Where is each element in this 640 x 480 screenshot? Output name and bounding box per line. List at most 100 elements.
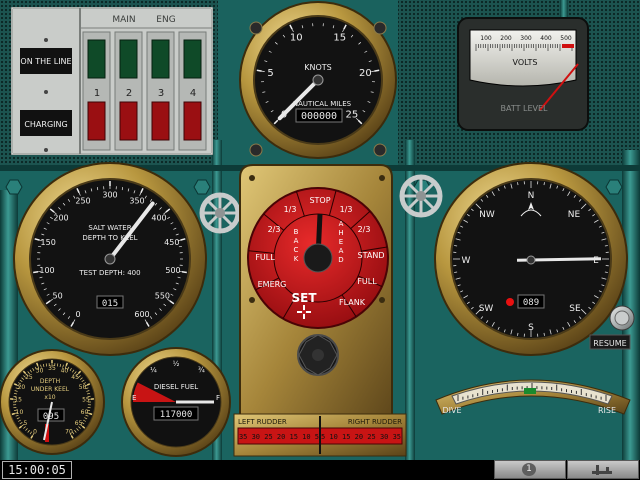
depth-tick-label-350: 350 — [129, 197, 144, 206]
valve-wheel-left-icon[interactable] — [199, 192, 241, 234]
keel-tick-label-30: 30 — [36, 367, 44, 374]
compass-n-label: N — [528, 191, 535, 201]
depth-tick-label-600: 600 — [134, 310, 149, 319]
heading-indicator-lamp — [506, 298, 514, 306]
engine-3-switch[interactable]: 3 — [146, 31, 175, 151]
diesel-fuel-gauge: E F ¼ ½ ¾ DIESEL FUEL 117000 — [121, 347, 231, 457]
engine-switch-panel: MAIN ENG ON THE LINE CHARGING 1 2 3 4 — [11, 7, 213, 155]
heading-readout: 089 — [523, 298, 539, 308]
ahead-1-3-label[interactable]: 1/3 — [340, 205, 353, 214]
back-emerg-label[interactable]: EMERG — [258, 280, 287, 289]
keel-readout: 095 — [43, 412, 59, 422]
ahead-stand-label[interactable]: STAND — [358, 251, 385, 260]
keel-tick-8 — [65, 362, 68, 366]
compass-se-label: SE — [569, 304, 581, 314]
fuel-readout: 117000 — [160, 410, 193, 420]
volt-tick-label-500: 500 — [560, 35, 572, 42]
depth-tick-label-150: 150 — [41, 238, 56, 247]
set-label[interactable]: SET — [291, 291, 317, 305]
engine-2-switch[interactable]: 2 — [114, 31, 143, 151]
fuel-f-label: F — [216, 394, 220, 402]
speed-tick-label-10: 10 — [290, 33, 303, 44]
back-vertical-label: BACK — [294, 228, 299, 263]
back-2-3-label[interactable]: 2/3 — [268, 225, 281, 234]
depth-tick-2 — [33, 270, 39, 274]
charging-label: CHARGING — [24, 120, 67, 129]
volt-red-zone — [562, 44, 574, 48]
speed-minor-tick — [371, 70, 375, 72]
engine-1-switch[interactable]: 1 — [82, 31, 111, 151]
depth-tick-label-50: 50 — [53, 291, 63, 300]
main-header-label: MAIN — [112, 15, 135, 25]
depth-minor-tick — [38, 245, 42, 248]
depth-under-keel-gauge: 051015202530 35 40455055606570 DEPTH UNDER… — [0, 349, 105, 455]
speed-tick-label-5: 5 — [267, 68, 273, 79]
depth-tick-label-100: 100 — [39, 266, 54, 275]
knots-label: KNOTS — [304, 63, 332, 72]
volt-tick-label-100: 100 — [480, 35, 492, 42]
telegraph-knob-icon[interactable] — [297, 334, 339, 376]
ahead-flank-label[interactable]: FLANK — [339, 298, 366, 307]
speed-tick-label-15: 15 — [333, 33, 346, 44]
rudder-indicator[interactable]: LEFT RUDDER RIGHT RUDDER 35 30 25 20 15 … — [233, 413, 407, 457]
keel-tick-2 — [11, 412, 15, 416]
ahead-full-label[interactable]: FULL — [357, 277, 377, 286]
compass-tick — [454, 245, 458, 247]
ahead-vertical-label: AHEAD — [338, 220, 343, 264]
keel-tick-label-45: 45 — [71, 374, 79, 381]
batt-level-label: BATT LEVEL — [500, 104, 548, 113]
depth-tick-label-200: 200 — [53, 214, 68, 223]
speed-tick-1 — [256, 69, 262, 72]
submarine-control-panel: MAIN ENG ON THE LINE CHARGING 1 2 3 4 5 … — [0, 0, 640, 480]
time-compression-button[interactable]: 1 — [494, 460, 566, 479]
right-rudder-label: RIGHT RUDDER — [348, 418, 402, 426]
compass-tick — [543, 182, 545, 186]
compass-tick — [454, 271, 458, 273]
back-full-label[interactable]: FULL — [255, 253, 275, 262]
volt-tick-label-300: 300 — [520, 35, 532, 42]
depth-tick-label-500: 500 — [165, 266, 180, 275]
keel-tick-label-20: 20 — [18, 384, 26, 391]
keel-tick-12 — [89, 412, 93, 416]
ahead-2-3-label[interactable]: 2/3 — [358, 225, 371, 234]
depth-tick-label-400: 400 — [151, 214, 166, 223]
speed-tick-label-20: 20 — [359, 68, 372, 79]
keel-under-keel-label: UNDER KEEL — [31, 386, 70, 393]
station-switch-button[interactable] — [567, 460, 639, 479]
left-rudder-scale: 35 30 25 20 15 10 5 — [239, 433, 319, 441]
keel-tick-label-65: 65 — [75, 420, 83, 427]
engine-2-number: 2 — [126, 88, 132, 99]
compass-gauge: N NE E SE S SW W NW 089 — [434, 162, 628, 356]
stop-label[interactable]: STOP — [309, 196, 330, 205]
depth-minor-tick — [121, 187, 124, 191]
valve-wheel-right-icon[interactable] — [399, 174, 443, 218]
depth-tick-label-250: 250 — [75, 197, 90, 206]
depth-tick-label-550: 550 — [155, 291, 170, 300]
left-rudder-label: LEFT RUDDER — [238, 418, 287, 426]
compass-tick — [604, 245, 608, 247]
compass-nw-label: NW — [479, 210, 495, 220]
back-1-3-label[interactable]: 1/3 — [284, 205, 297, 214]
engine-3-number: 3 — [158, 88, 164, 99]
keel-tick-label-55: 55 — [82, 397, 90, 404]
on-the-line-label: ON THE LINE — [20, 57, 71, 66]
depth-minor-tick — [96, 187, 99, 191]
keel-depth-label: DEPTH — [40, 378, 60, 385]
salt-water-label: SALT WATER — [88, 224, 131, 232]
compass-s-label: S — [528, 323, 534, 333]
right-rudder-scale: 5 10 15 20 25 30 35 — [321, 433, 401, 441]
keel-tick-6 — [36, 362, 39, 366]
dive-label: DIVE — [442, 406, 461, 415]
engine-order-telegraph: 1/3 2/3 FULL EMERG STOP 1/3 2/3 STAND FU… — [239, 164, 393, 433]
depth-minor-tick — [178, 270, 182, 273]
resume-label: RESUME — [593, 339, 627, 348]
engine-4-switch[interactable]: 4 — [178, 31, 207, 151]
keel-tick-label-25: 25 — [25, 374, 33, 381]
eng-header-label: ENG — [156, 15, 175, 25]
volt-tick-label-200: 200 — [500, 35, 512, 42]
volts-label: VOLTS — [513, 58, 538, 67]
depth-tick-label-0: 0 — [75, 310, 80, 319]
battery-volt-meter: 100 200 300 400 500 VOLTS BATT LEVEL — [457, 17, 589, 131]
time-compression-label: 1 — [522, 463, 536, 476]
depth-gauge: 0 50 100 150 200 250 300 350 400 450 500 550 600 SAL… — [13, 162, 207, 356]
